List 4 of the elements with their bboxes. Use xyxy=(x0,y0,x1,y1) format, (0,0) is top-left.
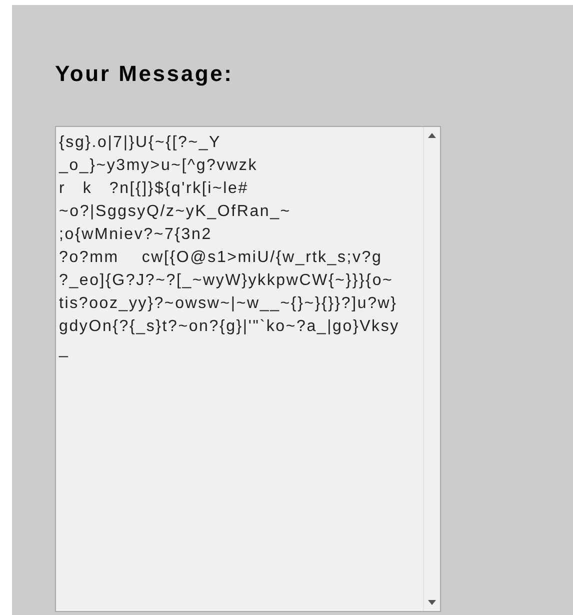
message-text-area[interactable]: {sg}.o|7|}U{~{[?~_Y _o_}~y3my>u~[^g?vwzk r k ?n[{]}${q'rk[i~le# ~o?|SggsyQ/z~yK_OfRan_~ ;o{wMniev?~7{3n2 ?o?mm cw[{O@s1>miU/{w_rtk_s;v?g ?_eo]{G?J?~?[_~wyW}ykkpwCW{~}}}{o~ tis?ooz_yy}?~owsw~|~w__~{}~}{}}?]u?w} gdyOn{?{_s}t?~on?{g}|'"`ko~?a_|go}Vksy _ xyxy=(56,127,423,611)
form-heading: Your Message: xyxy=(55,61,234,87)
scroll-down-icon[interactable] xyxy=(428,600,436,605)
scroll-up-icon[interactable] xyxy=(428,133,436,138)
